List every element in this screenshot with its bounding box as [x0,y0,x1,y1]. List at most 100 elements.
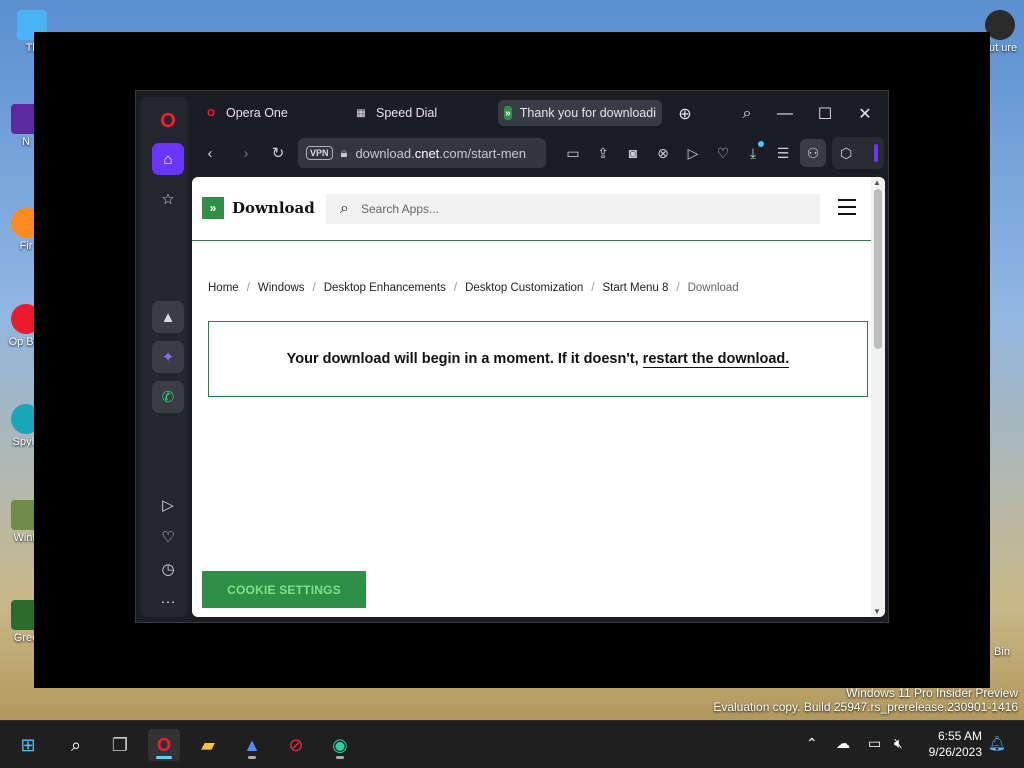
history-clock-icon[interactable]: ◷ [152,553,184,585]
breadcrumb-separator: / [246,282,250,294]
display-icon[interactable]: ▭ [868,735,881,752]
download-notice: Your download will begin in a moment. If… [208,321,868,397]
url-text[interactable]: download.cnet.com/start-men [355,146,526,161]
player-icon[interactable]: ▷ [152,489,184,521]
lock-icon[interactable]: 🔒︎ [341,145,348,161]
taskbar-app-teal-icon[interactable]: ◉ [324,729,356,761]
star-icon[interactable]: ☆ [152,183,184,215]
search-input[interactable]: ⌕ Search Apps... [326,194,820,224]
camera-snapshot-icon[interactable]: ◙ [620,139,646,167]
tab-opera-one[interactable]: O Opera One [198,100,342,126]
file-explorer-icon[interactable]: ▰ [192,729,224,761]
heart-icon[interactable]: ♡ [152,521,184,553]
more-dots-icon[interactable]: ··· [152,585,184,617]
windows-start-icon[interactable]: ⊞ [12,729,44,761]
page-scrollbar[interactable]: ▲ ▼ [871,177,885,617]
restart-download-link[interactable]: restart the download. [642,351,790,368]
back-icon[interactable]: ‹ [196,139,224,167]
opera-browser-window: O ⌂ ☆ ▲ ✦ ✆ ▷ ♡ ◷ ··· O Opera One ▦ Spee… [135,90,889,623]
toolbar-icons: ▭ ⇪ ◙ ⊗ ▷ ♡ ⤓ ☰ ⚇ [560,135,826,171]
breadcrumb-separator: / [453,282,458,294]
opera-menu-icon[interactable]: O [152,105,184,137]
scroll-up-arrow-icon[interactable]: ▲ [873,178,881,187]
breadcrumb-desktop-enhancements[interactable]: Desktop Enhancements [324,282,446,294]
breadcrumb-windows[interactable]: Windows [258,282,305,294]
notification-bell-icon[interactable]: 🔔︎ [988,735,1006,752]
tab-label: Thank you for downloadi [519,106,656,120]
breadcrumb-separator: / [676,282,680,294]
taskbar-app-blue-icon[interactable]: ▲ [236,729,268,761]
vpn-badge[interactable]: VPN [306,146,333,160]
active-indicator [156,756,172,759]
scrollbar-thumb[interactable] [874,189,882,349]
breadcrumb-start-menu-8[interactable]: Start Menu 8 [603,282,669,294]
easy-setup-icon[interactable]: ☰ [770,139,796,167]
site-logo[interactable]: » Download [202,197,315,219]
taskbar-app-red-icon[interactable]: ⊘ [280,729,312,761]
tab-label: Opera One [226,106,288,120]
send-icon[interactable]: ▷ [680,139,706,167]
extension-accent-bar [874,144,878,162]
breadcrumb: Home / Windows / Desktop Enhancements / … [208,282,739,294]
breadcrumb-desktop-customization[interactable]: Desktop Customization [465,282,583,294]
taskbar-opera-icon[interactable]: O [148,729,180,761]
hamburger-menu-icon[interactable] [838,199,856,215]
close-icon[interactable]: ✕ [850,101,880,127]
search-placeholder: Search Apps... [360,202,440,216]
download-site-icon: » [504,106,512,120]
scroll-down-arrow-icon[interactable]: ▼ [873,607,881,616]
watermark-line-2: Evaluation copy. Build 25947.rs_prerelea… [713,700,1018,714]
tab-thank-you[interactable]: » Thank you for downloadi [498,100,662,126]
taskbar: ⊞ ⌕ ❐ O ▰ ▲ ⊘ ◉ ⌃ ☁ ▭ 🔇︎ 6:55 AM 9/26/20… [0,720,1024,768]
breadcrumb-home[interactable]: Home [208,282,239,294]
adblock-shield-icon[interactable]: ⊗ [650,139,676,167]
breadcrumb-separator: / [591,282,595,294]
messenger-icon[interactable]: ✦ [152,341,184,373]
tab-bar: O Opera One ▦ Speed Dial » Thank you for… [198,97,880,129]
clock-time: 6:55 AM [937,729,982,743]
site-header: » Download ⌕ Search Apps... [192,177,871,241]
minimize-icon[interactable]: — [770,101,800,127]
opera-logo-icon: O [207,107,215,119]
task-view-icon[interactable]: ❐ [104,729,136,761]
system-clock[interactable]: 6:55 AM 9/26/2023 [929,728,982,760]
breadcrumb-current: Download [687,282,739,294]
cookie-settings-button[interactable]: COOKIE SETTINGS [202,571,366,608]
download-logo-icon: » [202,197,224,219]
web-page: » Download ⌕ Search Apps... Home / Windo… [192,177,885,617]
tab-speed-dial[interactable]: ▦ Speed Dial [348,100,492,126]
share-icon[interactable]: ⇪ [590,139,616,167]
volume-muted-icon[interactable]: 🔇︎ [894,735,903,752]
maximize-icon[interactable]: ☐ [810,101,840,127]
running-indicator [248,756,256,759]
downloads-icon[interactable]: ⤓ [740,139,766,167]
watermark-line-1: Windows 11 Pro Insider Preview [846,686,1018,700]
navigation-bar: ‹ › ↻ VPN 🔒︎ download.cnet.com/start-men… [192,135,884,171]
search-tabs-icon[interactable]: ⌕ [732,101,762,127]
extensions-area: ⬡ [832,137,884,169]
favorite-heart-icon[interactable]: ♡ [710,139,736,167]
grid-icon: ▦ [356,107,366,119]
reload-icon[interactable]: ↻ [264,139,292,167]
search-icon[interactable]: ⌕ [340,200,349,218]
new-tab-plus-icon[interactable]: ⊕ [670,101,700,127]
extensions-cube-icon[interactable]: ⬡ [840,145,852,162]
profile-icon[interactable]: ⚇ [800,139,826,167]
reader-mode-icon[interactable]: ▭ [560,139,586,167]
notice-text: Your download will begin in a moment. If… [286,351,639,367]
home-icon[interactable]: ⌂ [152,143,184,175]
logo-text: Download [232,199,315,217]
windows-watermark: Windows 11 Pro Insider Preview Evaluatio… [713,686,1018,714]
address-bar[interactable]: VPN 🔒︎ download.cnet.com/start-men [298,138,546,168]
aria-ai-icon[interactable]: ▲ [152,301,184,333]
whatsapp-icon[interactable]: ✆ [152,381,184,413]
download-badge [758,141,764,147]
opera-sidebar: O ⌂ ☆ ▲ ✦ ✆ ▷ ♡ ◷ ··· [140,97,188,617]
onedrive-icon[interactable]: ☁ [836,735,850,752]
tray-chevron-icon[interactable]: ⌃ [806,735,818,752]
forward-icon[interactable]: › [232,139,260,167]
tab-label: Speed Dial [376,106,438,120]
search-icon[interactable]: ⌕ [60,729,92,761]
running-indicator [336,756,344,759]
breadcrumb-separator: / [312,282,316,294]
